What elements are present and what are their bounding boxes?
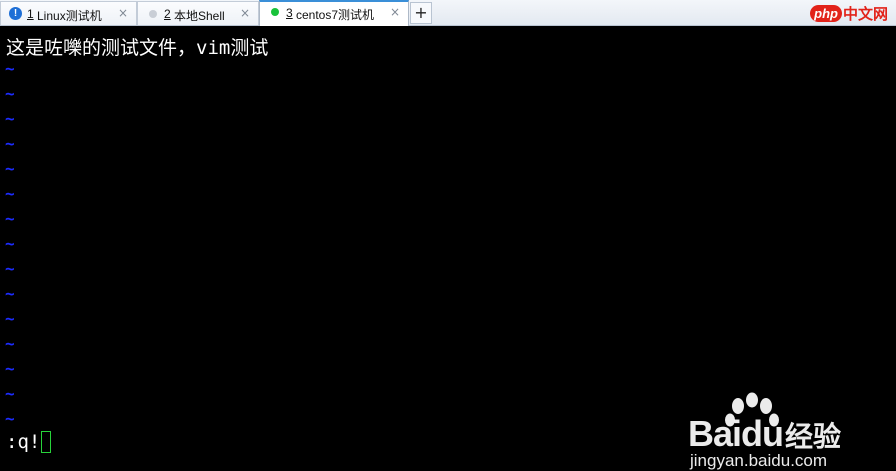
tilde-marker: ~: [5, 84, 15, 103]
tab-bar: ! 1 Linux测试机 × 2 本地Shell × 3 centos7测试机 …: [0, 0, 896, 26]
tilde-marker: ~: [5, 209, 15, 228]
tilde-marker: ~: [5, 134, 15, 153]
tab-number: 2: [164, 7, 171, 21]
status-dot-icon: [149, 10, 157, 18]
baidu-jingyan-logo: Baidu经验: [688, 413, 841, 455]
close-icon[interactable]: ×: [390, 5, 400, 19]
vim-command-line[interactable]: :q!: [6, 431, 52, 453]
jingyan-label: 经验: [785, 421, 842, 452]
tilde-marker: ~: [5, 334, 15, 353]
tilde-marker: ~: [5, 259, 15, 278]
tab-number: 3: [286, 6, 293, 20]
tilde-marker: ~: [5, 284, 15, 303]
baidu-brand-du: du: [741, 413, 784, 454]
tilde-marker: ~: [5, 359, 15, 378]
file-content-line: 这是咗嚛的测试文件，vim测试: [6, 37, 269, 59]
tab-label: centos7测试机: [296, 8, 375, 22]
tilde-marker: ~: [5, 184, 15, 203]
new-tab-button[interactable]: +: [410, 2, 432, 24]
php-badge: php: [810, 5, 842, 22]
tab-label: 本地Shell: [174, 9, 225, 23]
terminal-screen[interactable]: 这是咗嚛的测试文件，vim测试 ~ ~ ~ ~ ~ ~ ~ ~ ~ ~ ~ ~ ~ ~ ~ :q! Baid…: [0, 27, 896, 470]
tab-label: Linux测试机: [37, 9, 102, 23]
text-cursor: [41, 431, 52, 453]
tilde-marker: ~: [5, 384, 15, 403]
connected-dot-icon: [271, 8, 279, 16]
tilde-marker: ~: [5, 59, 15, 78]
close-icon[interactable]: ×: [118, 6, 128, 20]
vim-command: :q!: [6, 431, 41, 453]
tab-local-shell[interactable]: 2 本地Shell ×: [137, 1, 259, 25]
baidu-brand: Bai: [688, 413, 742, 454]
watermark-url: jingyan.baidu.com: [690, 451, 828, 470]
tilde-marker: ~: [5, 159, 15, 178]
tilde-marker: ~: [5, 309, 15, 328]
tilde-marker: ~: [5, 109, 15, 128]
php-site-name: 中文网: [842, 6, 888, 23]
tilde-marker: ~: [5, 234, 15, 253]
tilde-marker: ~: [5, 409, 15, 428]
php-cn-logo: php 中文网: [810, 3, 888, 23]
tab-linux[interactable]: ! 1 Linux测试机 ×: [0, 1, 137, 25]
tab-number: 1: [27, 7, 34, 21]
warning-icon: !: [9, 7, 22, 20]
close-icon[interactable]: ×: [240, 6, 250, 20]
tab-centos7[interactable]: 3 centos7测试机 ×: [259, 0, 409, 26]
